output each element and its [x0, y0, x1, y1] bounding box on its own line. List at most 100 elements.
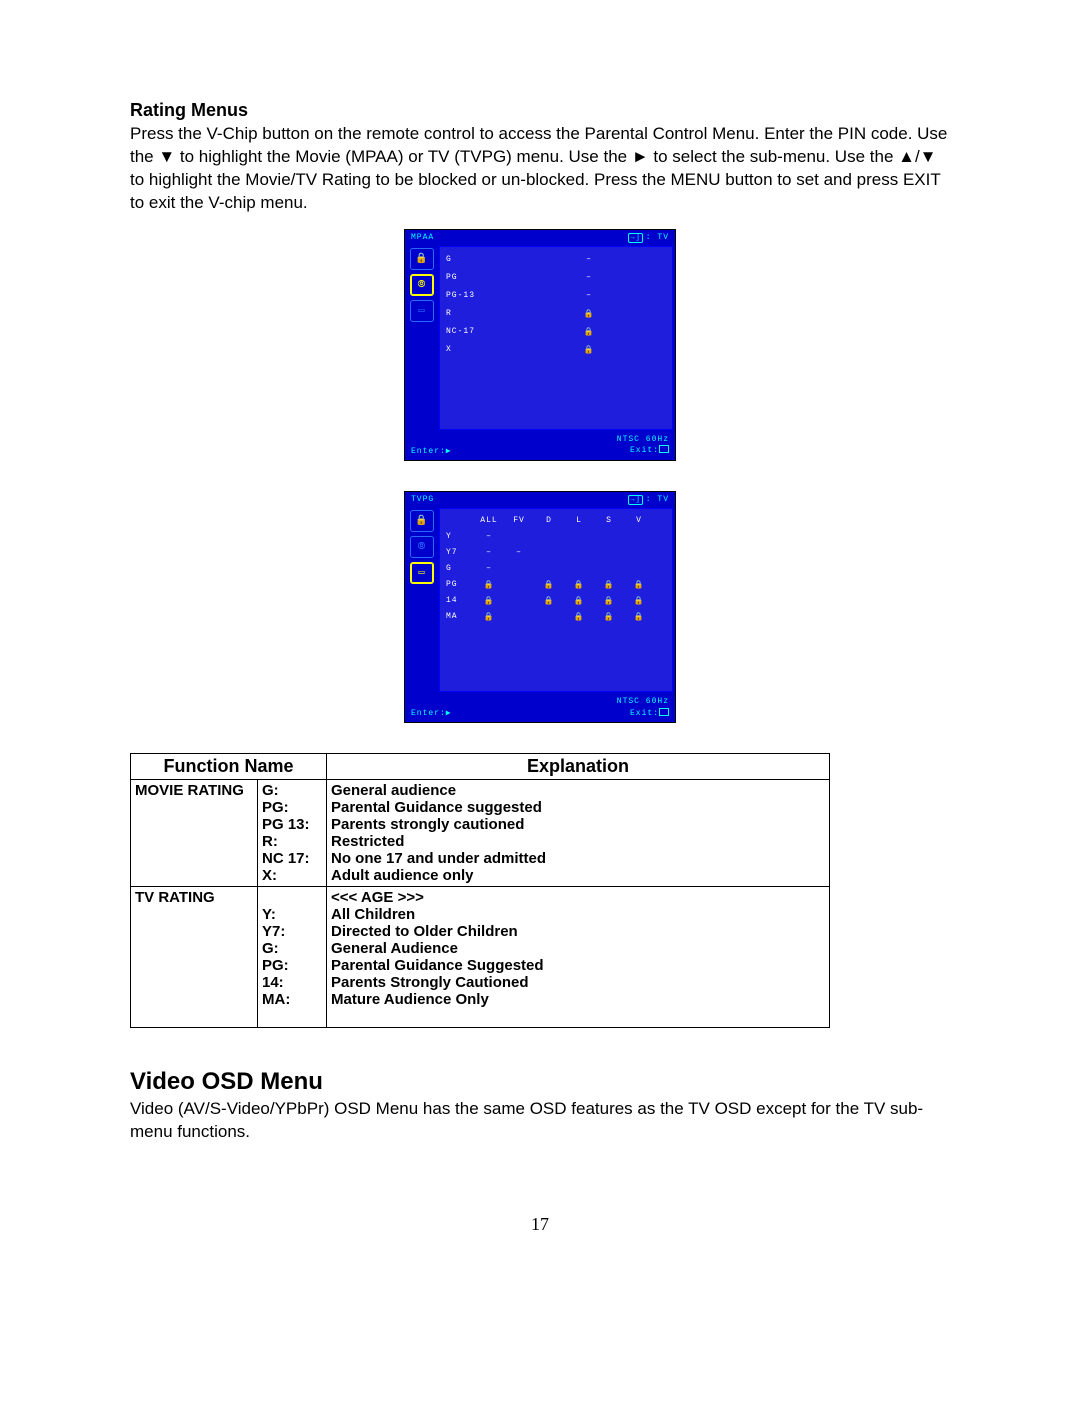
mpaa-row[interactable]: PG–: [446, 269, 666, 287]
tvpg-cell: 🔒: [564, 596, 594, 606]
tvpg-tab-icon[interactable]: ▭: [410, 562, 434, 584]
tvpg-cell: 🔒: [624, 612, 654, 622]
tvpg-row-label: MA: [446, 612, 474, 621]
mpaa-row-label: X: [446, 345, 506, 354]
mpaa-signal: NTSC 60Hz: [617, 435, 669, 444]
mpaa-content: G–PG–PG-13–R🔒NC-17🔒X🔒: [439, 246, 673, 430]
tvpg-cell: 🔒: [594, 580, 624, 590]
mpaa-row-status: 🔒: [582, 345, 596, 355]
tvpg-sidebar: 🔒 ⦾ ▭: [405, 508, 439, 694]
ratings-table: Function Name Explanation MOVIE RATING G…: [130, 753, 830, 1028]
tvpg-cell: –: [474, 532, 504, 541]
tv-exp: Mature Audience Only: [331, 991, 825, 1008]
mpaa-tv-label: : TV: [646, 233, 669, 242]
tvpg-row[interactable]: PG🔒🔒🔒🔒🔒: [446, 577, 666, 593]
tv-code: Y:: [262, 906, 322, 923]
tvpg-cell: –: [474, 564, 504, 573]
tvpg-cell: –: [474, 548, 504, 557]
tvpg-row[interactable]: 14🔒🔒🔒🔒🔒: [446, 593, 666, 609]
lock-tab-icon[interactable]: 🔒: [410, 248, 434, 270]
tv-code: MA:: [262, 991, 322, 1008]
tv-code: G:: [262, 940, 322, 957]
tvpg-header-row: ALLFVDLSV: [446, 513, 666, 529]
tvpg-cell: 🔒: [534, 580, 564, 590]
mpaa-tab-icon[interactable]: ⦾: [410, 536, 434, 558]
mpaa-row-status: –: [582, 273, 596, 282]
movie-code: R:: [262, 833, 322, 850]
tv-exp: Parental Guidance Suggested: [331, 957, 825, 974]
tv-exp: Directed to Older Children: [331, 923, 825, 940]
mpaa-row-label: G: [446, 255, 506, 264]
tvpg-content: ALLFVDLSVY–Y7––G–PG🔒🔒🔒🔒🔒14🔒🔒🔒🔒🔒MA🔒🔒🔒🔒: [439, 508, 673, 692]
mpaa-row-status: 🔒: [582, 327, 596, 337]
tv-code: 14:: [262, 974, 322, 991]
tvpg-row-label: Y7: [446, 548, 474, 557]
tvpg-osd-title: TVPG: [411, 495, 434, 504]
tvpg-row-label: 14: [446, 596, 474, 605]
movie-codes-cell: G:PG:PG 13:R:NC 17:X:: [258, 780, 327, 887]
tvpg-cell: –: [504, 548, 534, 557]
movie-exp: Adult audience only: [331, 867, 825, 884]
mpaa-row-label: NC-17: [446, 327, 506, 336]
tvpg-row[interactable]: MA🔒🔒🔒🔒: [446, 609, 666, 625]
tvpg-tab-icon[interactable]: ▭: [410, 300, 434, 322]
mpaa-row[interactable]: R🔒: [446, 305, 666, 323]
mpaa-row-label: R: [446, 309, 506, 318]
tv-code: PG:: [262, 957, 322, 974]
tvpg-row-label: Y: [446, 532, 474, 541]
tv-code: Y7:: [262, 923, 322, 940]
tvpg-col-header: ALL: [474, 516, 504, 525]
tvpg-col-header: S: [594, 516, 624, 525]
tv-rating-label: TV RATING: [131, 887, 258, 1028]
tvpg-cell: 🔒: [624, 580, 654, 590]
tv-exps-cell: <<< AGE >>>All ChildrenDirected to Older…: [327, 887, 830, 1028]
tvpg-row-label: PG: [446, 580, 474, 589]
mpaa-row[interactable]: PG-13–: [446, 287, 666, 305]
tvpg-row[interactable]: Y7––: [446, 545, 666, 561]
exit-icon: [659, 445, 669, 453]
mpaa-sidebar: 🔒 ⦾ ▭: [405, 246, 439, 432]
page-number: 17: [130, 1214, 950, 1235]
rating-menus-heading: Rating Menus: [130, 100, 950, 121]
mpaa-row[interactable]: X🔒: [446, 341, 666, 359]
input-icon: →]: [628, 233, 642, 243]
movie-rating-label: MOVIE RATING: [131, 780, 258, 887]
rating-menus-paragraph: Press the V-Chip button on the remote co…: [130, 123, 950, 215]
tvpg-col-header: FV: [504, 516, 534, 525]
mpaa-tab-icon[interactable]: ⦾: [410, 274, 434, 296]
mpaa-osd-panel: MPAA →] : TV 🔒 ⦾ ▭ G–PG–PG-13–R🔒NC-17🔒X🔒…: [404, 229, 676, 461]
movie-exp: No one 17 and under admitted: [331, 850, 825, 867]
table-header-explanation: Explanation: [327, 754, 830, 780]
tvpg-row[interactable]: Y–: [446, 529, 666, 545]
tvpg-row[interactable]: G–: [446, 561, 666, 577]
tvpg-exit-hint: Exit:: [630, 709, 669, 718]
tvpg-osd-source: →] : TV: [628, 495, 669, 505]
movie-code: G:: [262, 782, 322, 799]
movie-code: PG:: [262, 799, 322, 816]
movie-exp: General audience: [331, 782, 825, 799]
mpaa-exit-hint: Exit:: [630, 446, 669, 455]
mpaa-row[interactable]: G–: [446, 251, 666, 269]
input-icon: →]: [628, 495, 642, 505]
tv-age-header: <<< AGE >>>: [331, 889, 825, 906]
mpaa-osd-title: MPAA: [411, 233, 434, 242]
tvpg-cell: 🔒: [474, 596, 504, 606]
tvpg-col-header: L: [564, 516, 594, 525]
mpaa-osd-source: →] : TV: [628, 233, 669, 243]
tvpg-cell: 🔒: [474, 580, 504, 590]
tv-exp: All Children: [331, 906, 825, 923]
movie-code: NC 17:: [262, 850, 322, 867]
tvpg-cell: 🔒: [624, 596, 654, 606]
table-header-function: Function Name: [131, 754, 327, 780]
tvpg-cell: 🔒: [474, 612, 504, 622]
movie-exp: Restricted: [331, 833, 825, 850]
lock-tab-icon[interactable]: 🔒: [410, 510, 434, 532]
tvpg-tv-label: : TV: [646, 495, 669, 504]
mpaa-row[interactable]: NC-17 🔒: [446, 323, 666, 341]
tv-exp: Parents Strongly Cautioned: [331, 974, 825, 991]
tvpg-col-header: V: [624, 516, 654, 525]
video-osd-paragraph: Video (AV/S-Video/YPbPr) OSD Menu has th…: [130, 1098, 950, 1144]
mpaa-row-status: –: [582, 255, 596, 264]
mpaa-row-status: –: [582, 291, 596, 300]
tvpg-cell: 🔒: [564, 580, 594, 590]
